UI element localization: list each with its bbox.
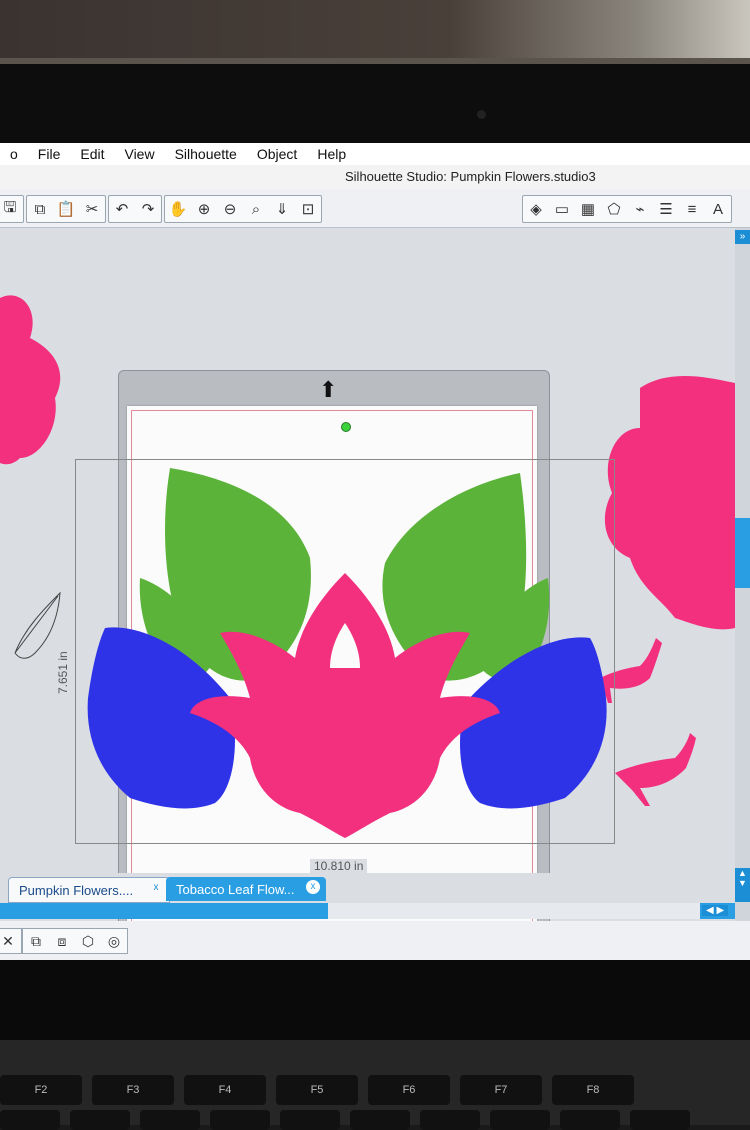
- toolbar-group-file: 🖫: [0, 195, 24, 223]
- bottom-group-delete: ✕: [0, 928, 22, 954]
- key-f8: F8: [552, 1075, 634, 1105]
- key: [350, 1110, 410, 1130]
- menu-bar: o File Edit View Silhouette Object Help: [0, 143, 750, 165]
- screen: o File Edit View Silhouette Object Help …: [0, 143, 750, 960]
- panel-indicator: [735, 518, 750, 588]
- key-f3: F3: [92, 1075, 174, 1105]
- ungroup-icon[interactable]: ⧈: [49, 933, 75, 950]
- toolbar-group-history: ↶ ↷: [108, 195, 162, 223]
- key: [0, 1110, 60, 1130]
- undo-icon[interactable]: ↶: [109, 200, 135, 218]
- menu-silhouette[interactable]: Silhouette: [165, 146, 247, 162]
- menu-help[interactable]: Help: [307, 146, 356, 162]
- key-f7: F7: [460, 1075, 542, 1105]
- right-panel: » ▲ ▼: [735, 228, 750, 933]
- dimension-height: 7.651 in: [56, 647, 70, 698]
- key-f5: F5: [276, 1075, 358, 1105]
- design-canvas[interactable]: ⬆ S silhouette 7.651 in 10.810 in: [0, 228, 735, 960]
- toolbar-group-zoom: ✋ ⊕ ⊖ ⌕ ⇓ ⊡: [164, 195, 322, 223]
- close-tab-icon[interactable]: x: [306, 880, 320, 894]
- close-icon[interactable]: ✕: [0, 933, 21, 950]
- key: [560, 1110, 620, 1130]
- key: [70, 1110, 130, 1130]
- rotate-handle[interactable]: [341, 422, 351, 432]
- page-setup-icon[interactable]: ▭: [549, 200, 575, 218]
- bottom-group-grouping: ⧉ ⧈ ⬡ ◎: [22, 928, 128, 954]
- camera-icon: [477, 110, 486, 119]
- dimension-width: 10.810 in: [310, 859, 368, 873]
- key: [630, 1110, 690, 1130]
- zoom-fit-icon[interactable]: ⊡: [295, 200, 321, 218]
- key: [420, 1110, 480, 1130]
- key-f6: F6: [368, 1075, 450, 1105]
- line-style-icon[interactable]: ≡: [679, 201, 705, 218]
- horizontal-scrollbar[interactable]: [328, 903, 700, 919]
- menu-object[interactable]: Object: [247, 146, 307, 162]
- toolbar-group-panels: ◈ ▭ ▦ ⬠ ⌁ ☰ ≡ A: [522, 195, 732, 223]
- key: [490, 1110, 550, 1130]
- pan-icon[interactable]: ✋: [165, 200, 191, 218]
- key-f4: F4: [184, 1075, 266, 1105]
- redo-icon[interactable]: ↷: [135, 200, 161, 218]
- key: [280, 1110, 340, 1130]
- toolbar-group-clipboard: ⧉ 📋 ✂: [26, 195, 106, 223]
- bottom-toolbar: ✕ ⧉ ⧈ ⬡ ◎: [0, 921, 750, 960]
- menu-view[interactable]: View: [114, 146, 164, 162]
- trace-icon[interactable]: ⌁: [627, 200, 653, 218]
- key-f2: F2: [0, 1075, 82, 1105]
- save-icon[interactable]: 🖫: [0, 197, 23, 222]
- laptop-bezel: [0, 58, 750, 148]
- line-color-icon[interactable]: ☰: [653, 200, 679, 218]
- menu-file[interactable]: File: [28, 146, 71, 162]
- horizontal-scroll-arrows[interactable]: ◀ ▶: [702, 905, 729, 916]
- menu-edit[interactable]: Edit: [70, 146, 114, 162]
- window-title: Silhouette Studio: Pumpkin Flowers.studi…: [345, 169, 596, 184]
- number-keys: [0, 1110, 690, 1130]
- key: [140, 1110, 200, 1130]
- tab-label: Pumpkin Flowers....: [19, 882, 134, 898]
- document-tabs: Pumpkin Flowers.... x Tobacco Leaf Flow.…: [0, 873, 735, 903]
- close-tab-icon[interactable]: x: [149, 881, 163, 895]
- grid-icon[interactable]: ▦: [575, 200, 601, 218]
- zoom-out-icon[interactable]: ⊖: [217, 200, 243, 218]
- cut-icon[interactable]: ✂: [79, 200, 105, 218]
- menu-apple[interactable]: o: [0, 146, 28, 162]
- paste-icon[interactable]: 📋: [53, 200, 79, 218]
- expand-panel-icon[interactable]: »: [735, 230, 750, 244]
- selection-box[interactable]: [75, 459, 615, 844]
- copy-icon[interactable]: ⧉: [27, 201, 53, 218]
- shapes-icon[interactable]: ⬠: [601, 200, 627, 218]
- function-keys: F2 F3 F4 F5 F6 F7 F8: [0, 1075, 634, 1105]
- fill-icon[interactable]: ◈: [523, 200, 549, 218]
- lower-bezel: [0, 960, 750, 1040]
- zoom-select-icon[interactable]: ⌕: [243, 201, 269, 218]
- main-toolbar: 🖫 ⧉ 📋 ✂ ↶ ↷ ✋ ⊕ ⊖ ⌕ ⇓ ⊡ ◈ ▭ ▦ ⬠ ⌁ ☰ ≡ A: [0, 189, 750, 228]
- text-icon[interactable]: A: [705, 201, 731, 218]
- vertical-scroll-arrows[interactable]: ▲ ▼: [735, 868, 750, 902]
- title-bar: Silhouette Studio: Pumpkin Flowers.studi…: [0, 165, 750, 189]
- zoom-in-icon[interactable]: ⊕: [191, 200, 217, 218]
- group-icon[interactable]: ⧉: [23, 933, 49, 950]
- fit-page-icon[interactable]: ⇓: [269, 200, 295, 218]
- offset-icon[interactable]: ◎: [101, 933, 127, 950]
- bezel-lip: [0, 58, 750, 64]
- tab-pumpkin-flowers[interactable]: Pumpkin Flowers.... x: [8, 877, 170, 903]
- tab-label: Tobacco Leaf Flow...: [176, 881, 295, 897]
- shape-icon[interactable]: ⬡: [75, 933, 101, 950]
- key: [210, 1110, 270, 1130]
- tab-tobacco-leaf[interactable]: Tobacco Leaf Flow... x: [166, 877, 326, 901]
- background-wall: [0, 0, 750, 62]
